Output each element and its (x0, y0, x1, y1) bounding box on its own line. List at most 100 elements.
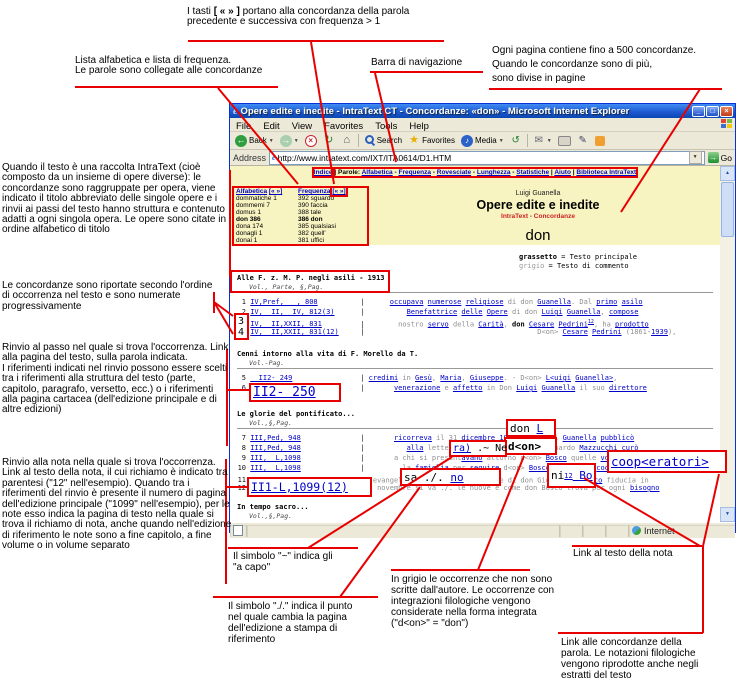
toolbar-button-edit[interactable]: ✎ (574, 133, 592, 148)
word-link[interactable]: dommatiche (236, 195, 271, 202)
concordance-word-link[interactable]: Guanella (542, 384, 576, 392)
favorites-icon: ★ (408, 135, 420, 147)
concordance-word-link[interactable]: primo (596, 298, 617, 306)
word-link[interactable]: domus (236, 209, 256, 216)
menu-item-view[interactable]: View (286, 121, 318, 132)
prev-next-word-buttons[interactable]: [« »] (332, 188, 345, 195)
toolbar-button-discuss[interactable] (592, 133, 608, 148)
address-input[interactable]: e http://www.intratext.com/IXT/ITA0614/D… (269, 151, 705, 165)
concordance-word-link[interactable]: Cesare (563, 328, 588, 336)
menu-item-file[interactable]: File (230, 121, 257, 132)
concordance-word-link[interactable]: Luigi (541, 308, 562, 316)
scroll-up-button[interactable]: ▲ (720, 166, 735, 181)
concordance-word-link[interactable]: Giuseppe (470, 374, 504, 382)
concordance-word-link[interactable]: direttore (609, 384, 647, 392)
concordance-word-link[interactable]: bisogno (630, 484, 660, 492)
toolbar-button-search[interactable]: Search (361, 133, 405, 148)
concordance-word-link[interactable]: 1939 (651, 328, 668, 336)
toolbar-button-history[interactable]: ↺ (507, 133, 525, 148)
prev-next-word-buttons[interactable]: [« »] (269, 188, 282, 195)
passage-ref-link[interactable]: IV,Pref, , 808 (250, 298, 360, 306)
word-link[interactable]: donagli (236, 230, 257, 237)
toolbar-button-back[interactable]: ←Back▼ (232, 133, 277, 148)
maximize-button[interactable]: □ (706, 106, 719, 117)
scroll-thumb[interactable] (721, 182, 734, 237)
word-link[interactable]: L (537, 422, 544, 435)
concordance-word-link[interactable]: Opere (487, 308, 508, 316)
toolbar-button-mail[interactable]: ✉▼ (530, 133, 555, 148)
concordance-word-link[interactable]: credimi (369, 374, 399, 382)
menu-item-tools[interactable]: Tools (369, 121, 403, 132)
concordance-word-link[interactable]: Pedrini (592, 328, 622, 336)
toolbar-button-favorites[interactable]: ★Favorites (405, 133, 458, 148)
nav-link-alfabetica[interactable]: Alfabetica (362, 169, 393, 176)
toolbar-button-stop[interactable]: × (302, 133, 320, 148)
toolbar-button-home[interactable]: ⌂ (338, 133, 356, 148)
passage-ref-link[interactable]: IV, II,XXII, 831(12) (250, 328, 360, 336)
concordance-word-link[interactable]: Luigi (516, 384, 537, 392)
concordance-word-link[interactable]: affetto (453, 384, 483, 392)
passage-ref-link[interactable]: III, L,1098 (250, 464, 360, 472)
concordance-word-link[interactable]: ricorreva (394, 434, 432, 442)
concordance-word-link[interactable]: Benefattrice (407, 308, 458, 316)
word-link[interactable]: dommemi (236, 202, 265, 209)
word-count: 388 (298, 209, 309, 216)
note-number-link[interactable]: 12 (564, 472, 572, 480)
nav-link-frequenza[interactable]: Frequenza (398, 169, 431, 176)
passage-ref-link[interactable]: II2- 249 (250, 374, 360, 382)
menu-item-help[interactable]: Help (403, 121, 435, 132)
concordance-word-link[interactable]: pubblicò (601, 434, 635, 442)
passage-ref-link[interactable]: III,Ped, 948 (250, 444, 360, 452)
word-link[interactable]: donai (236, 237, 252, 244)
concordance-word-link[interactable]: asilo (622, 298, 643, 306)
concordance-word-link[interactable]: alla (407, 444, 424, 452)
concordance-word-link[interactable]: Bosco (546, 454, 567, 462)
word-link[interactable]: sguardo (311, 195, 335, 202)
menu-item-edit[interactable]: Edit (257, 121, 285, 132)
concordance-word-link[interactable]: Guanella (567, 308, 601, 316)
concordance-text: . Dal (571, 298, 596, 306)
nav-link-indice[interactable]: Indice (314, 169, 333, 176)
close-button[interactable]: × (720, 106, 733, 117)
word-link[interactable]: no (450, 471, 463, 484)
concordance-word-link[interactable]: Guanella> (575, 374, 613, 382)
note-ref-link[interactable]: II1-L,1099(12) (251, 480, 348, 494)
menu-item-favorites[interactable]: Favorites (318, 121, 369, 132)
nav-link-statistiche[interactable]: Statistiche (516, 169, 549, 176)
word-list-title-link[interactable]: Frequenza (298, 188, 331, 195)
go-button[interactable]: → Go (708, 152, 732, 163)
passage-ref-link[interactable]: IV, II, IV, 812(3) (250, 308, 360, 316)
concordance-word-link[interactable]: venerazione (394, 384, 440, 392)
concordance-word-link[interactable]: religiose (466, 298, 504, 306)
concordance-word-link[interactable]: numerose (428, 298, 462, 306)
word-link[interactable]: faccia (311, 202, 328, 209)
concordance-word-link[interactable]: Gesù (415, 374, 432, 382)
word-link[interactable]: Bo (573, 469, 593, 482)
passage-ref-link[interactable]: III, L,1098 (250, 454, 360, 462)
nav-link-lunghezza[interactable]: Lunghezza (477, 169, 511, 176)
ref-link[interactable]: II2- 250 (253, 385, 316, 400)
word-link[interactable]: ra) (453, 443, 471, 454)
nav-link-aiuto[interactable]: Aiuto (554, 169, 571, 176)
word-list-title-link[interactable]: Alfabetica (236, 188, 267, 195)
nav-link-rovesciate[interactable]: Rovesciate (437, 169, 471, 176)
toolbar-button-media[interactable]: ♪Media▼ (458, 133, 507, 148)
word-link[interactable]: coop<eratori> (611, 454, 709, 469)
toolbar-button-print[interactable] (555, 133, 574, 148)
passage-ref-link[interactable]: III,Ped, 948 (250, 434, 360, 442)
concordance-word-link[interactable]: Guanella (537, 298, 571, 306)
scroll-down-button[interactable]: ▼ (720, 507, 735, 522)
concordance-word-link[interactable]: occupava (390, 298, 424, 306)
concordance-word-link[interactable]: delle (461, 308, 482, 316)
word-link[interactable]: dona (236, 223, 250, 230)
address-dropdown-button[interactable]: ▼ (689, 151, 702, 164)
concordance-word-link[interactable]: compose (609, 308, 639, 316)
concordance-word-link[interactable]: L<uigi (546, 374, 571, 382)
word-link[interactable]: uffici (311, 237, 324, 244)
concordance-word-link[interactable]: Guanella (563, 434, 597, 442)
minimize-button[interactable]: _ (692, 106, 705, 117)
toolbar-button-refresh[interactable]: ↻ (320, 133, 338, 148)
concordance-word-link[interactable]: Maria (440, 374, 461, 382)
nav-link-biblioteca-intratext[interactable]: Biblioteca IntraText (576, 169, 636, 176)
toolbar-button-forward[interactable]: →▼ (277, 133, 302, 148)
